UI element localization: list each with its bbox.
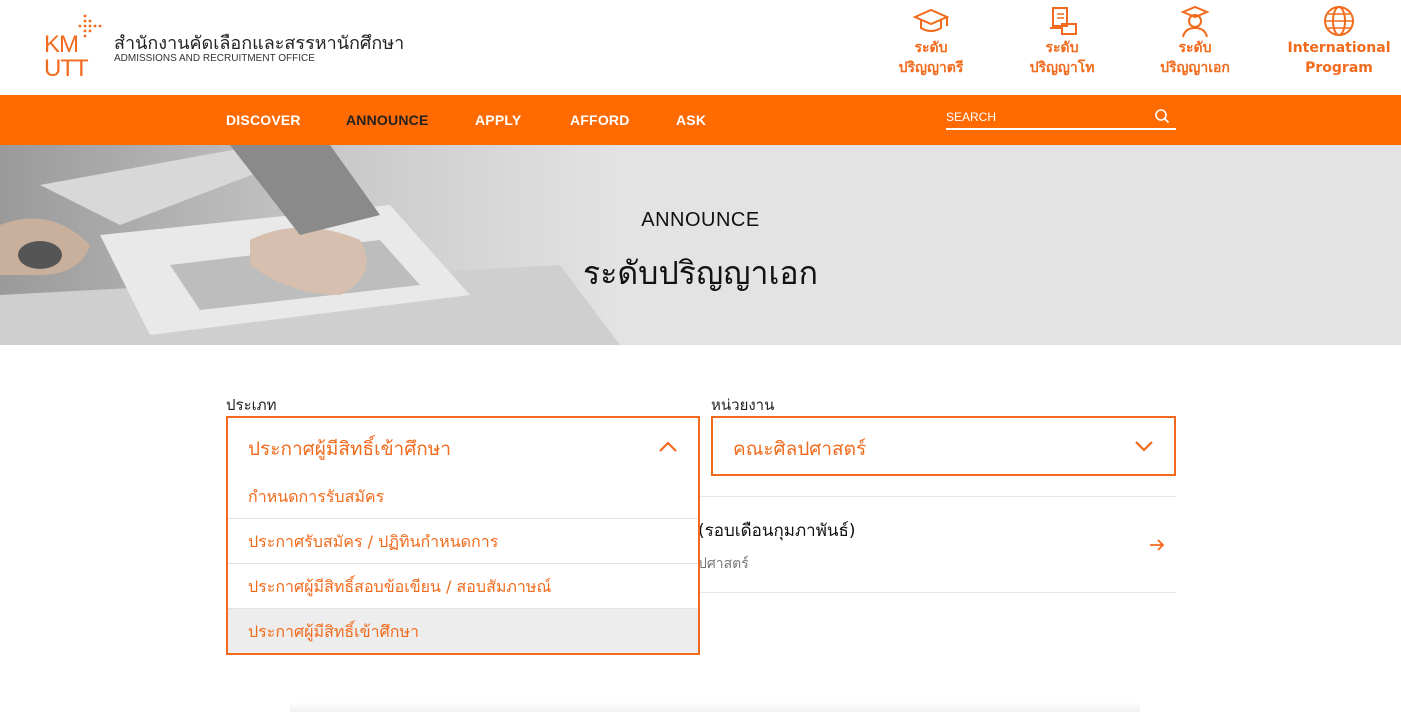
level-line1: ระดับ xyxy=(914,40,948,56)
level-line1: ระดับ xyxy=(1045,40,1079,56)
hero-subtitle: ANNOUNCE xyxy=(641,209,760,231)
option-label: ประกาศผู้มีสิทธิ์สอบข้อเขียน / สอบสัมภาษ… xyxy=(248,577,552,596)
search-input[interactable] xyxy=(946,108,1146,126)
level-line2: Program xyxy=(1305,60,1373,76)
hero-title: ระดับปริญญาเอก xyxy=(583,254,818,292)
dropdown-option-exam-eligible[interactable]: ประกาศผู้มีสิทธิ์สอบข้อเขียน / สอบสัมภาษ… xyxy=(228,563,698,608)
laptop-photo xyxy=(0,145,620,345)
result-item[interactable]: (รอบเดือนกุมภาพันธ์) ปศาสตร์ xyxy=(698,496,1176,593)
svg-text:UTT: UTT xyxy=(44,55,89,80)
nav-afford[interactable]: AFFORD xyxy=(570,112,630,128)
search-box xyxy=(946,108,1176,130)
type-select-value: ประกาศผู้มีสิทธิ์เข้าศึกษา xyxy=(248,438,451,460)
level-link-international[interactable]: International Program xyxy=(1284,4,1394,78)
level-link-doctoral[interactable]: ระดับ ปริญญาเอก xyxy=(1140,4,1250,78)
brand-name-english: ADMISSIONS AND RECRUITMENT OFFICE xyxy=(114,53,315,64)
nav-discover[interactable]: DISCOVER xyxy=(226,112,301,128)
site-header: KM UTT สำนักงานคัดเลือกและสรรหานักศึกษา … xyxy=(0,0,1401,95)
search-icon[interactable] xyxy=(1154,108,1170,124)
svg-text:KM: KM xyxy=(44,31,78,58)
level-line2: ปริญญาตรี xyxy=(898,60,964,76)
hero-banner: ANNOUNCE ระดับปริญญาเอก xyxy=(0,145,1401,345)
arrow-right-icon[interactable] xyxy=(1148,537,1166,553)
unit-select-value: คณะศิลปศาสตร์ xyxy=(733,438,867,460)
unit-select[interactable]: คณะศิลปศาสตร์ xyxy=(711,416,1176,476)
type-select[interactable]: ประกาศผู้มีสิทธิ์เข้าศึกษา xyxy=(226,416,700,476)
level-link-master[interactable]: ระดับ ปริญญาโท xyxy=(1007,4,1117,78)
logo-wordmark: KM UTT xyxy=(44,30,104,84)
dropdown-option-enrollment-eligible[interactable]: ประกาศผู้มีสิทธิ์เข้าศึกษา xyxy=(228,608,698,653)
footer-shadow xyxy=(290,702,1140,712)
chevron-down-icon xyxy=(1135,441,1153,452)
option-label: ประกาศผู้มีสิทธิ์เข้าศึกษา xyxy=(248,622,419,641)
globe-icon xyxy=(1324,6,1354,36)
nav-apply[interactable]: APPLY xyxy=(475,112,521,128)
nav-ask[interactable]: ASK xyxy=(676,112,706,128)
nav-announce[interactable]: ANNOUNCE xyxy=(346,112,429,128)
chevron-up-icon xyxy=(659,441,677,452)
type-dropdown-menu: กำหนดการรับสมัคร ประกาศรับสมัคร / ปฏิทิน… xyxy=(226,474,700,655)
graduation-cap-icon xyxy=(912,8,950,32)
result-title: (รอบเดือนกุมภาพันธ์) xyxy=(698,521,856,541)
result-faculty: ปศาสตร์ xyxy=(698,556,749,572)
dropdown-option-admission-announcement[interactable]: ประกาศรับสมัคร / ปฏิทินกำหนดการ xyxy=(228,518,698,563)
level-line1: International xyxy=(1287,40,1391,56)
option-label: กำหนดการรับสมัคร xyxy=(248,487,385,506)
unit-filter-label: หน่วยงาน xyxy=(711,396,775,414)
dropdown-option-schedule[interactable]: กำหนดการรับสมัคร xyxy=(228,474,698,519)
level-line2: ปริญญาโท xyxy=(1029,60,1095,76)
type-filter-label: ประเภท xyxy=(226,396,277,414)
level-line2: ปริญญาเอก xyxy=(1160,60,1230,76)
level-link-bachelor[interactable]: ระดับ ปริญญาตรี xyxy=(876,4,986,78)
graduate-person-icon xyxy=(1180,5,1210,38)
option-label: ประกาศรับสมัคร / ปฏิทินกำหนดการ xyxy=(248,532,499,551)
diploma-icon xyxy=(1050,7,1077,35)
level-line1: ระดับ xyxy=(1178,40,1212,56)
logo-letters: KM UTT xyxy=(44,31,90,82)
